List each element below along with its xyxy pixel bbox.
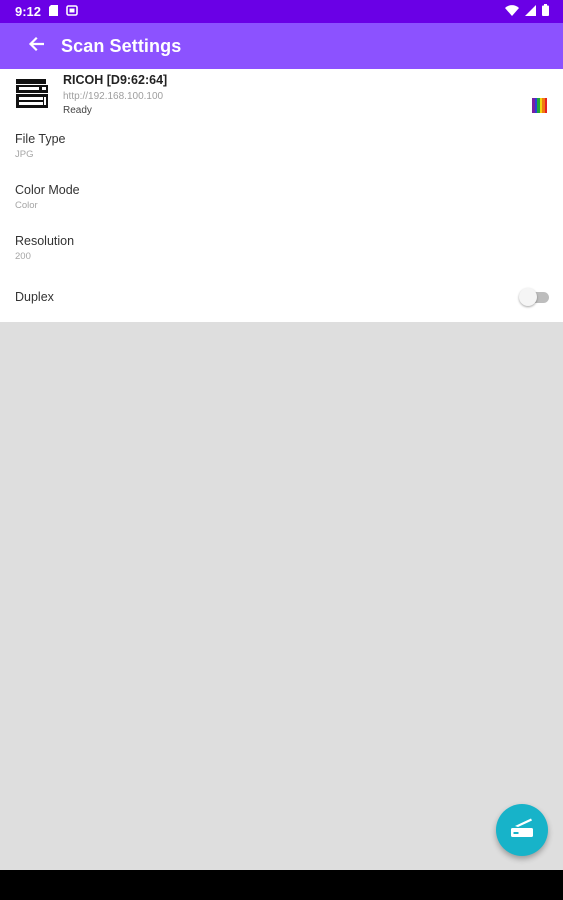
duplex-label: Duplex: [15, 290, 54, 304]
duplex-toggle[interactable]: [519, 287, 551, 307]
printer-url: http://192.168.100.100: [63, 91, 164, 102]
printer-name: RICOH [D9:62:64]: [63, 73, 168, 87]
setting-color-mode[interactable]: Color Mode Color: [0, 176, 563, 222]
toggle-thumb: [519, 288, 537, 306]
page-title: Scan Settings: [61, 35, 182, 56]
setting-resolution[interactable]: Resolution 200: [0, 227, 563, 273]
printer-status: Ready: [63, 105, 92, 116]
setting-label: Resolution: [15, 234, 75, 248]
scanner-icon: [510, 817, 534, 844]
setting-value: 200: [15, 251, 31, 262]
printer-selector[interactable]: RICOH [D9:62:64] http://192.168.100.100 …: [0, 69, 563, 121]
status-bar: 9:12: [0, 0, 563, 23]
setting-value: Color: [15, 200, 38, 211]
app-bar: Scan Settings: [0, 23, 563, 69]
setting-file-type[interactable]: File Type JPG: [0, 125, 563, 171]
color-spectrum-icon: [532, 98, 547, 113]
settings-panel: RICOH [D9:62:64] http://192.168.100.100 …: [0, 69, 563, 322]
screenshot-icon: [66, 4, 78, 19]
back-button[interactable]: [22, 32, 50, 60]
wifi-icon: [505, 3, 519, 21]
scan-settings-screen: 9:12 Scan Settings RICOH [D9:62:64] http…: [0, 0, 563, 900]
arrow-back-icon: [28, 36, 45, 57]
printer-icon: [15, 77, 49, 111]
signal-icon: [525, 3, 536, 21]
status-time: 9:12: [15, 4, 42, 19]
setting-value: JPG: [15, 149, 34, 160]
setting-duplex: Duplex: [0, 279, 563, 315]
scan-fab-button[interactable]: [496, 804, 548, 856]
battery-icon: [542, 3, 549, 21]
setting-label: File Type: [15, 132, 66, 146]
sd-card-icon: [49, 4, 59, 19]
navigation-bar: [0, 870, 563, 900]
setting-label: Color Mode: [15, 183, 80, 197]
